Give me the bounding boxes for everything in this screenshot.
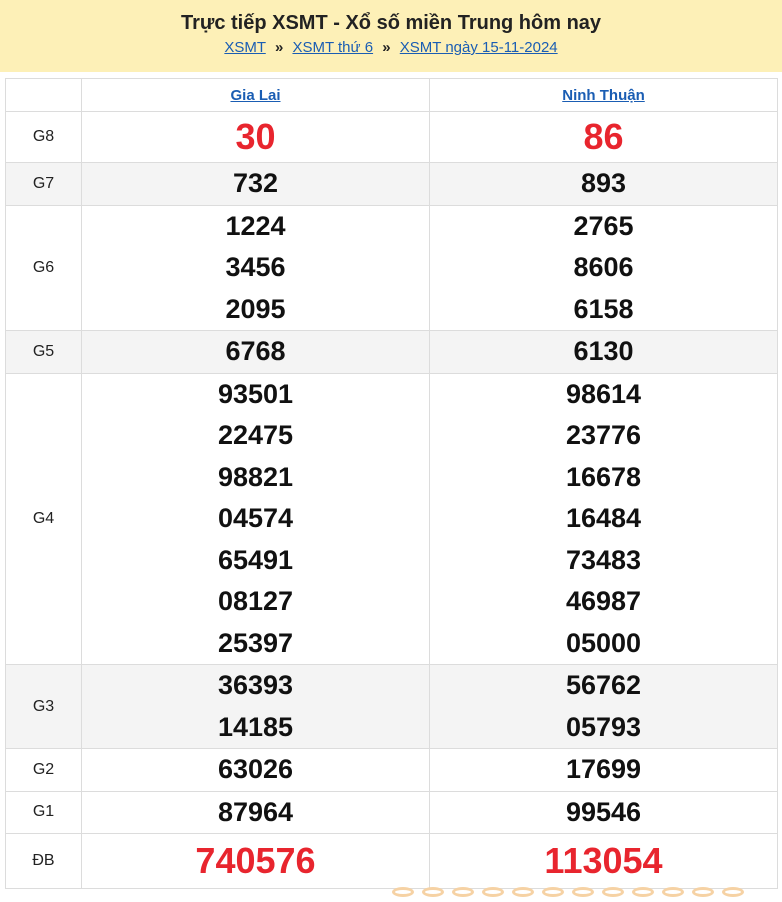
result-number: 3456 [225, 252, 286, 282]
breadcrumb-link-xsmt-friday[interactable]: XSMT thứ 6 [292, 39, 373, 56]
breadcrumb-separator: » [274, 39, 284, 56]
prize-label: G8 [5, 111, 82, 163]
page-header: Trực tiếp XSMT - Xổ số miền Trung hôm na… [0, 0, 782, 72]
result-number: 30 [235, 116, 276, 157]
prize-row-g8: G8 30 86 [5, 111, 778, 163]
result-cell: 93501 22475 98821 04574 65491 08127 25397 [81, 372, 430, 665]
result-number: 14185 [217, 711, 294, 742]
result-number: 2095 [225, 293, 286, 324]
result-number: 113054 [544, 840, 663, 881]
result-number: 93501 [217, 378, 294, 409]
prize-row-g3: G3 36393 14185 56762 05793 [5, 664, 778, 749]
result-cell: 113054 [429, 833, 778, 889]
result-number: 46987 [565, 586, 642, 616]
result-cell: 99546 [429, 790, 778, 834]
result-number: 732 [232, 168, 279, 198]
result-number: 08127 [217, 586, 294, 616]
result-number: 05000 [565, 627, 642, 658]
prize-row-g4: G4 93501 22475 98821 04574 65491 08127 25397 986… [5, 372, 778, 665]
result-number: 87964 [217, 796, 294, 827]
province-link-ninh-thuan[interactable]: Ninh Thuận [562, 87, 645, 104]
prize-label: G5 [5, 330, 82, 374]
breadcrumb: XSMT » XSMT thứ 6 » XSMT ngày 15-11-2024 [0, 39, 782, 56]
prize-row-g6: G6 1224 3456 2095 2765 8606 6158 [5, 204, 778, 331]
table-header-row: Gia Lai Ninh Thuận [5, 78, 778, 112]
result-cell: 63026 [81, 748, 430, 792]
result-number: 6130 [573, 336, 634, 366]
breadcrumb-link-xsmt-date[interactable]: XSMT ngày 15-11-2024 [400, 39, 558, 56]
results-table: Gia Lai Ninh Thuận G8 30 86 G7 732 893 G6 1224 3… [5, 78, 778, 889]
prize-label: G2 [5, 748, 82, 792]
result-cell: 17699 [429, 748, 778, 792]
result-cell: 30 [81, 111, 430, 163]
result-number: 04574 [217, 503, 294, 533]
prize-label: G6 [5, 204, 82, 331]
prize-label: G1 [5, 790, 82, 834]
result-number: 99546 [565, 796, 642, 827]
result-cell: 56762 05793 [429, 664, 778, 749]
result-number: 17699 [565, 754, 642, 784]
result-number: 23776 [565, 420, 642, 450]
result-cell: 36393 14185 [81, 664, 430, 749]
result-number: 98614 [565, 378, 642, 409]
result-number: 36393 [217, 670, 294, 700]
result-cell: 86 [429, 111, 778, 163]
result-cell: 2765 8606 6158 [429, 204, 778, 331]
result-number: 2765 [573, 210, 634, 241]
result-number: 25397 [217, 627, 294, 658]
prize-label: G4 [5, 372, 82, 665]
result-cell: 740576 [81, 833, 430, 889]
result-cell: 893 [429, 162, 778, 206]
result-number: 22475 [217, 420, 294, 450]
result-number: 56762 [565, 670, 642, 700]
result-number: 98821 [217, 461, 294, 492]
result-number: 16678 [565, 461, 642, 492]
result-cell: 98614 23776 16678 16484 73483 46987 05000 [429, 372, 778, 665]
result-cell: 1224 3456 2095 [81, 204, 430, 331]
page-title: Trực tiếp XSMT - Xổ số miền Trung hôm na… [180, 12, 602, 34]
result-cell: 6130 [429, 330, 778, 374]
breadcrumb-separator: » [382, 39, 391, 56]
result-number: 1224 [225, 210, 286, 241]
result-number: 05793 [565, 711, 642, 742]
prize-label: G3 [5, 664, 82, 749]
result-number: 740576 [195, 840, 316, 881]
result-number: 6158 [573, 293, 634, 324]
province-link-gia-lai[interactable]: Gia Lai [230, 87, 280, 104]
breadcrumb-link-xsmt[interactable]: XSMT [224, 39, 265, 56]
result-number: 16484 [565, 503, 642, 533]
result-number: 6768 [225, 336, 286, 366]
loading-dots-decoration [392, 884, 752, 902]
result-number: 86 [583, 116, 624, 157]
prize-label: ĐB [5, 833, 82, 889]
prize-row-g1: G1 87964 99546 [5, 790, 778, 834]
result-cell: 6768 [81, 330, 430, 374]
result-number: 73483 [565, 544, 642, 575]
result-cell: 732 [81, 162, 430, 206]
province-header-ninh-thuan: Ninh Thuận [429, 78, 778, 112]
prize-row-g7: G7 732 893 [5, 162, 778, 206]
province-header-gia-lai: Gia Lai [81, 78, 430, 112]
result-number: 8606 [573, 252, 634, 282]
result-number: 63026 [217, 754, 294, 784]
result-number: 893 [580, 168, 627, 198]
prize-row-đb: ĐB 740576 113054 [5, 833, 778, 889]
prize-column-header [5, 78, 82, 112]
prize-row-g5: G5 6768 6130 [5, 330, 778, 374]
prize-row-g2: G2 63026 17699 [5, 748, 778, 792]
prize-label: G7 [5, 162, 82, 206]
result-cell: 87964 [81, 790, 430, 834]
result-number: 65491 [217, 544, 294, 575]
